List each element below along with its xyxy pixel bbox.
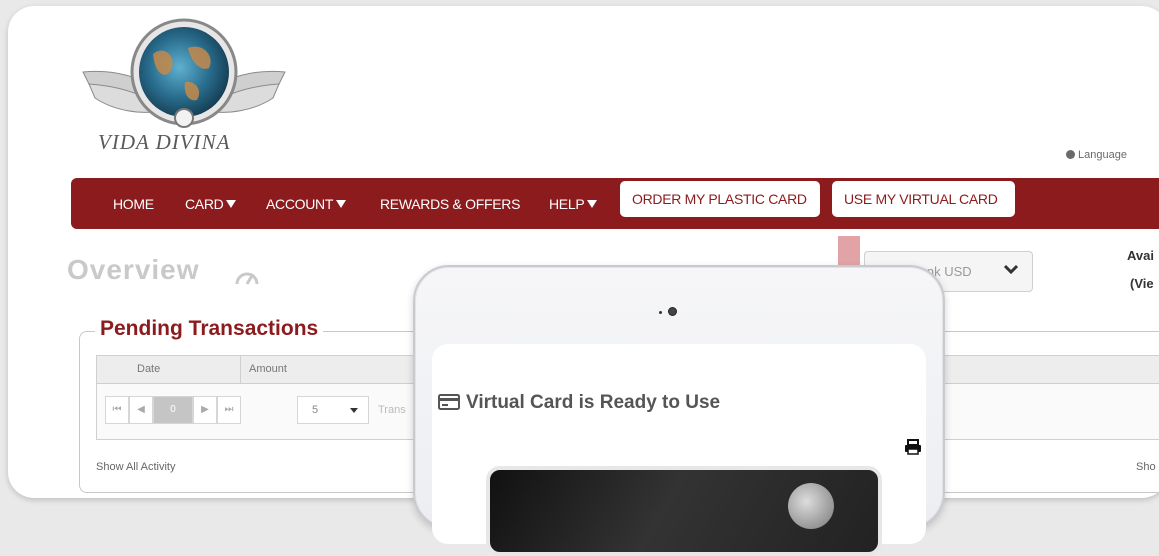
transactions-count-label: Trans xyxy=(378,404,406,416)
caret-down-icon xyxy=(336,200,347,208)
globe-icon xyxy=(1066,150,1075,159)
dropdown-arrow-icon xyxy=(350,408,358,413)
nav-rewards-label: REWARDS & OFFERS xyxy=(380,196,521,212)
globe-emblem xyxy=(788,483,834,529)
gauge-icon xyxy=(235,272,259,285)
virtual-card-image xyxy=(486,466,882,556)
order-plastic-card-button[interactable]: ORDER MY PLASTIC CARD xyxy=(620,181,820,217)
nav-card[interactable]: CARD xyxy=(185,182,237,233)
column-divider xyxy=(240,356,241,383)
print-icon[interactable] xyxy=(904,439,922,455)
chevron-down-icon xyxy=(1003,264,1019,275)
page-size-value: 5 xyxy=(312,404,319,416)
page-size-select[interactable]: 5 xyxy=(297,396,369,424)
last-page-button[interactable]: ⏭ xyxy=(217,396,241,424)
nav-help[interactable]: HELP xyxy=(549,182,598,233)
caret-down-icon xyxy=(587,200,598,208)
column-header-date[interactable]: Date xyxy=(137,363,160,375)
modal-title-text: Virtual Card is Ready to Use xyxy=(466,392,721,413)
first-page-button[interactable]: ⏮ xyxy=(105,396,129,424)
phone-camera xyxy=(668,307,677,316)
pending-transactions-title: Pending Transactions xyxy=(95,317,324,341)
phone-speaker xyxy=(659,311,662,314)
nav-account-label: ACCOUNT xyxy=(266,196,334,212)
modal-title: Virtual Card is Ready to Use xyxy=(438,392,720,414)
phone-mockup: Virtual Card is Ready to Use xyxy=(413,265,945,556)
view-details-link[interactable]: (Vie xyxy=(1130,276,1154,291)
brand-name: VIDA DIVINA xyxy=(98,130,231,154)
language-selector[interactable]: Language xyxy=(1066,149,1127,161)
language-label: Language xyxy=(1078,149,1127,161)
current-page[interactable]: 0 xyxy=(153,396,193,424)
nav-account[interactable]: ACCOUNT xyxy=(266,182,347,233)
next-page-button[interactable]: ▶ xyxy=(193,396,217,424)
use-virtual-card-button[interactable]: USE MY VIRTUAL CARD xyxy=(832,181,1015,217)
nav-home[interactable]: HOME xyxy=(113,182,154,233)
caret-down-icon xyxy=(226,200,237,208)
nav-card-label: CARD xyxy=(185,196,224,212)
virtual-card-modal: Virtual Card is Ready to Use xyxy=(432,344,926,556)
show-link-right[interactable]: Sho xyxy=(1136,461,1156,473)
nav-home-label: HOME xyxy=(113,196,154,212)
prev-page-button[interactable]: ◀ xyxy=(129,396,153,424)
available-balance-label: Avai xyxy=(1127,248,1154,263)
page-title: Overview xyxy=(67,254,200,285)
nav-help-label: HELP xyxy=(549,196,585,212)
nav-rewards[interactable]: REWARDS & OFFERS xyxy=(380,182,520,233)
credit-card-icon xyxy=(438,394,460,410)
show-all-activity-link[interactable]: Show All Activity xyxy=(96,461,175,473)
column-header-amount[interactable]: Amount xyxy=(249,363,287,375)
